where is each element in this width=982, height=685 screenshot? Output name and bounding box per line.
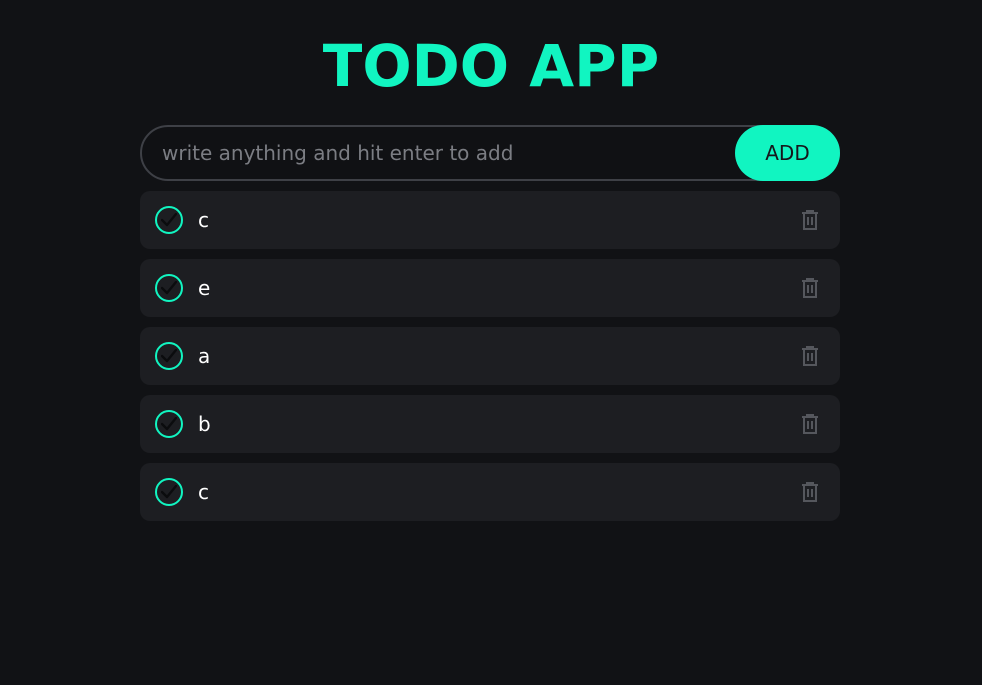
check-circle-icon[interactable] [155, 274, 183, 302]
todo-item: b [140, 395, 840, 453]
trash-icon[interactable] [800, 277, 820, 299]
todo-text: b [198, 412, 211, 436]
trash-icon[interactable] [800, 481, 820, 503]
check-circle-icon[interactable] [155, 206, 183, 234]
add-todo-form: ADD [140, 125, 840, 181]
check-circle-icon[interactable] [155, 342, 183, 370]
todo-text: e [198, 276, 211, 300]
trash-icon[interactable] [800, 209, 820, 231]
page-title: TODO APP [322, 32, 660, 100]
todo-text: c [198, 480, 209, 504]
todo-list: c e a b c [140, 191, 840, 531]
trash-icon[interactable] [800, 345, 820, 367]
todo-item: a [140, 327, 840, 385]
todo-app: TODO APP ADD c e a [0, 0, 982, 685]
todo-text: c [198, 208, 209, 232]
todo-item: c [140, 463, 840, 521]
todo-item: c [140, 191, 840, 249]
trash-icon[interactable] [800, 413, 820, 435]
check-circle-icon[interactable] [155, 410, 183, 438]
todo-item: e [140, 259, 840, 317]
todo-text: a [198, 344, 211, 368]
add-button[interactable]: ADD [735, 125, 840, 181]
check-circle-icon[interactable] [155, 478, 183, 506]
